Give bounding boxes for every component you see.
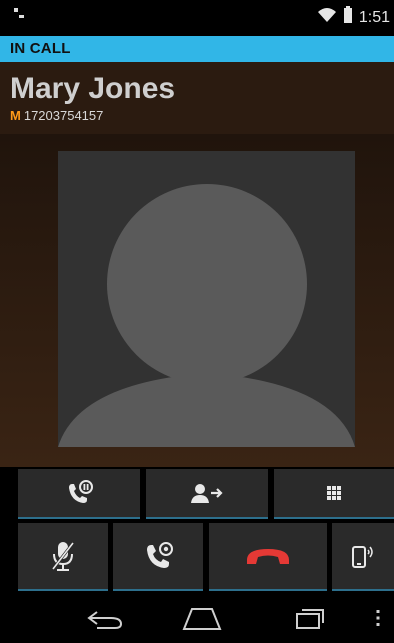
mute-button[interactable]: [18, 523, 108, 591]
status-bar: 1:51: [0, 0, 394, 34]
number-type-label: M: [10, 108, 21, 123]
end-call-icon: [245, 545, 291, 567]
contact-photo-area: [0, 134, 394, 467]
navigation-bar: [0, 595, 394, 643]
dialpad-button[interactable]: [274, 469, 394, 519]
caller-number: 17203754157: [23, 108, 104, 123]
caller-number-row: M 17203754157: [10, 108, 103, 123]
overflow-menu-button[interactable]: [370, 607, 386, 633]
add-call-icon: [143, 541, 173, 571]
status-right: 1:51: [317, 6, 390, 29]
back-button[interactable]: [75, 603, 135, 637]
speaker-icon: [351, 543, 375, 569]
transfer-call-icon: [190, 482, 224, 504]
battery-icon: [343, 6, 353, 29]
recent-apps-icon: [293, 606, 327, 635]
caller-name: Mary Jones: [10, 72, 176, 105]
home-icon: [182, 605, 222, 636]
overflow-menu-icon: [376, 609, 380, 632]
voicemail-icon: [12, 6, 26, 25]
wifi-icon: [317, 7, 337, 28]
add-call-button[interactable]: [113, 523, 203, 591]
default-avatar-icon: [58, 184, 355, 447]
mute-icon: [51, 540, 75, 572]
clock: 1:51: [358, 8, 390, 26]
caller-info: Mary Jones M 17203754157: [0, 62, 394, 134]
hold-call-icon: [65, 480, 93, 506]
speaker-button[interactable]: [332, 523, 394, 591]
dialpad-icon: [327, 486, 341, 500]
call-status-banner: IN CALL: [0, 36, 394, 62]
transfer-button[interactable]: [146, 469, 268, 519]
contact-photo: [58, 151, 355, 447]
end-call-button[interactable]: [209, 523, 327, 591]
hold-button[interactable]: [18, 469, 140, 519]
home-button[interactable]: [172, 603, 232, 637]
recent-apps-button[interactable]: [280, 603, 340, 637]
back-icon: [85, 606, 125, 635]
call-status-label: IN CALL: [10, 40, 71, 57]
